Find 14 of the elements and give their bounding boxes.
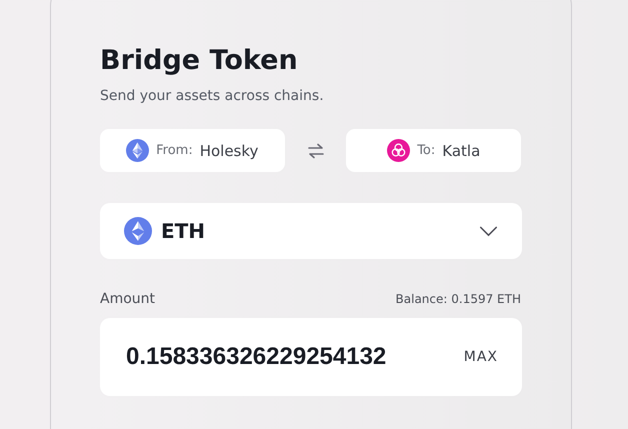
amount-label: Amount (100, 291, 156, 307)
ethereum-icon (124, 217, 152, 245)
token-selector[interactable]: ETH (100, 203, 522, 259)
max-button[interactable]: MAX (464, 349, 498, 365)
swap-icon[interactable] (306, 142, 326, 158)
chain-selector[interactable]: To: Katla (346, 129, 522, 172)
card-subtitle: Send your assets across chains. (100, 87, 325, 105)
amount-field[interactable]: 0.158336326229254132 MAX (100, 318, 522, 396)
chain-selector[interactable]: From: Holesky (100, 129, 285, 172)
chevron-down-icon (479, 226, 498, 236)
balance-text: Balance: 0.1597 ETH (396, 292, 521, 306)
knot-icon (387, 139, 410, 162)
card-title: Bridge Token (100, 45, 299, 77)
ethereum-icon (126, 139, 150, 162)
